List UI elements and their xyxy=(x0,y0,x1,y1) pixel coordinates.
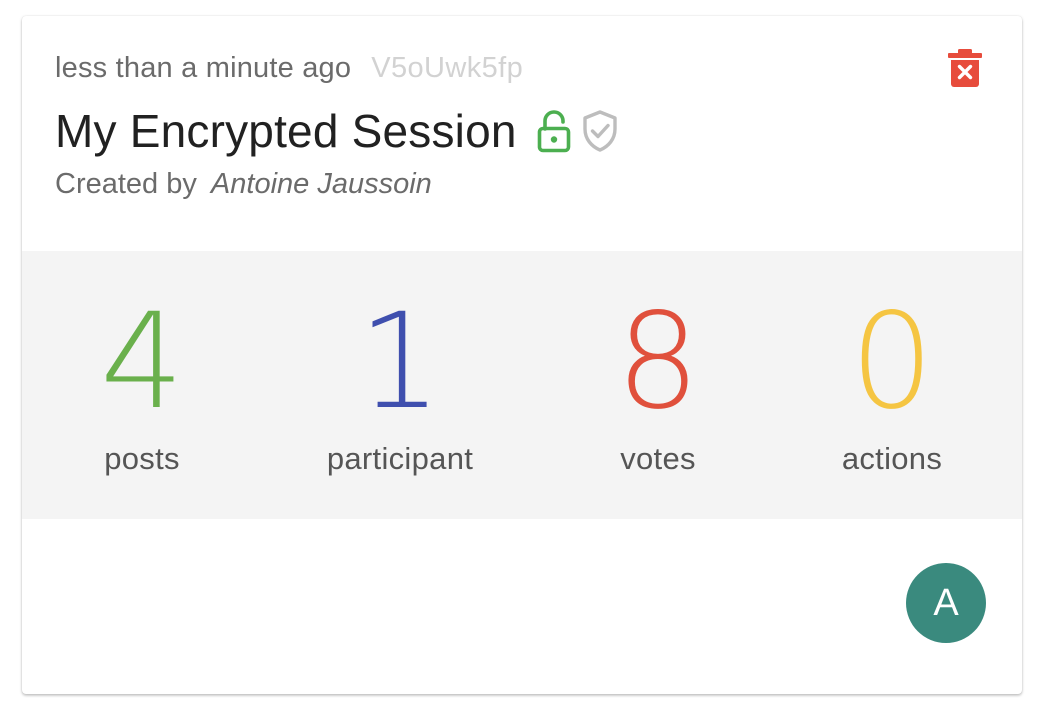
participant-avatar[interactable]: A xyxy=(906,563,986,643)
delete-session-button[interactable] xyxy=(948,48,982,88)
unlocked-padlock-icon xyxy=(537,109,571,153)
session-meta: less than a minute ago V5oUwk5fp xyxy=(55,52,523,86)
created-by-label: Created by xyxy=(55,168,197,200)
stat-value: 0 xyxy=(850,285,934,439)
stat-value: 1 xyxy=(358,285,442,439)
stat-participants: 1 participant xyxy=(280,251,520,519)
stat-label: actions xyxy=(841,441,943,476)
session-time-ago: less than a minute ago xyxy=(55,52,352,84)
stat-actions: 0 actions xyxy=(772,251,1012,519)
stat-label: votes xyxy=(620,441,696,476)
session-id: V5oUwk5fp xyxy=(371,52,524,84)
session-title-row: My Encrypted Session xyxy=(55,104,619,158)
stat-label: posts xyxy=(104,441,180,476)
session-footer: A xyxy=(22,519,1022,694)
trash-x-icon xyxy=(948,49,982,87)
stat-value: 4 xyxy=(100,285,184,439)
shield-check-icon xyxy=(581,109,619,153)
session-header: less than a minute ago V5oUwk5fp My Encr… xyxy=(22,16,1022,251)
session-author-row: Created by Antoine Jaussoin xyxy=(55,168,432,201)
stat-posts: 4 posts xyxy=(22,251,262,519)
session-author: Antoine Jaussoin xyxy=(210,168,432,200)
session-title: My Encrypted Session xyxy=(55,105,517,157)
stat-value: 8 xyxy=(616,285,700,439)
stat-votes: 8 votes xyxy=(538,251,778,519)
session-card[interactable]: less than a minute ago V5oUwk5fp My Encr… xyxy=(22,16,1022,694)
stat-label: participant xyxy=(326,441,474,476)
session-stats: 4 posts 1 participant 8 votes 0 actions xyxy=(22,251,1022,519)
